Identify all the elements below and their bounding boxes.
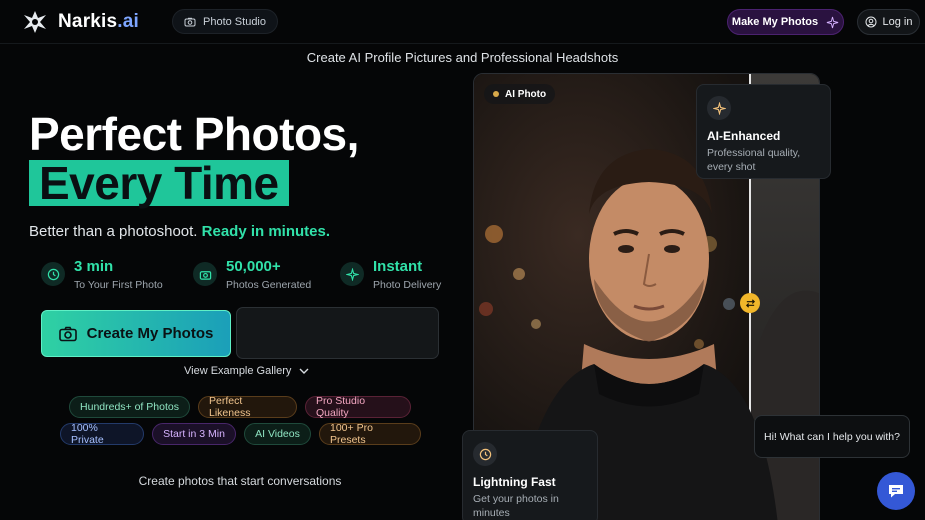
camera-icon [184,17,196,26]
chevron-down-icon [299,368,309,374]
stat-value: 3 min [74,258,114,275]
feature-chip: Perfect Likeness [198,395,297,419]
hero-title: Perfect Photos, [29,108,359,160]
page-tagline: Create AI Profile Pictures and Professio… [306,50,619,65]
gallery-link-label: View Example Gallery [184,365,292,377]
secondary-button[interactable] [236,307,439,359]
stat-value: 50,000+ [226,258,281,275]
chat-greeting-bubble[interactable]: Hi! What can I help you with? [754,415,910,458]
top-navbar: Narkis.ai Photo Studio Make My Photos Lo… [0,0,925,44]
photo-studio-label: Photo Studio [203,15,266,28]
make-my-photos-button[interactable]: Make My Photos [727,9,844,35]
login-button[interactable]: Log in [857,9,920,35]
ai-photo-label: AI Photo [505,88,547,100]
stat-first-photo: 3 min To Your First Photo [41,258,163,291]
camera-icon [58,326,77,341]
ai-enhanced-card: AI-Enhanced Professional quality, every … [696,84,831,179]
card-title: AI-Enhanced [707,129,781,143]
subhead-accent: Ready in minutes. [201,223,331,240]
user-icon [865,16,876,28]
create-my-photos-button[interactable]: Create My Photos [41,310,231,357]
view-example-gallery-link[interactable]: View Example Gallery [184,365,309,377]
create-my-photos-label: Create My Photos [86,325,214,342]
stat-label: Photo Delivery [373,279,442,291]
lightning-fast-card: Lightning Fast Get your photos in minute… [462,430,598,520]
stat-label: Photos Generated [226,279,312,291]
logo-text: Narkis.ai [58,11,140,32]
stat-photos-generated: 50,000+ Photos Generated [193,258,311,291]
feature-chip: 100+ Pro Presets [319,422,421,446]
card-description: Professional quality, every shot [707,147,801,173]
logo[interactable]: Narkis.ai [22,9,139,35]
camera-icon [193,262,217,286]
chat-launcher-button[interactable] [877,472,915,510]
clock-icon [473,442,497,466]
hero-subhead: Better than a photoshoot. Ready in minut… [29,223,330,240]
feature-chip: 100% Private [60,422,144,446]
stat-instant-delivery: Instant Photo Delivery [340,258,441,291]
stat-value: Instant [373,258,423,275]
make-my-photos-label: Make My Photos [731,16,819,28]
feature-chip: Start in 3 Min [152,423,236,445]
chat-icon [889,485,903,498]
subhead-plain: Better than a photoshoot. [29,223,198,240]
narkis-logo-icon [24,11,46,33]
sparkle-icon [707,96,731,120]
bottom-tagline: Create photos that start conversations [138,474,342,488]
photo-studio-link[interactable]: Photo Studio [172,9,278,34]
hero-title-highlight: Every Time [29,160,289,206]
sparkle-icon [340,262,364,286]
feature-chip: Hundreds+ of Photos [69,396,190,418]
clock-icon [41,262,65,286]
feature-chip: Pro Studio Quality [305,395,411,419]
ai-photo-badge: AI Photo [484,84,556,104]
card-title: Lightning Fast [473,475,556,489]
stat-label: To Your First Photo [74,279,163,291]
status-dot [493,91,499,97]
comparison-slider-handle[interactable] [740,293,760,313]
feature-chip: AI Videos [244,423,311,445]
login-label: Log in [882,16,913,28]
swap-arrows-icon [745,298,755,308]
sparkle-icon [826,16,839,28]
card-description: Get your photos in minutes [473,493,559,519]
